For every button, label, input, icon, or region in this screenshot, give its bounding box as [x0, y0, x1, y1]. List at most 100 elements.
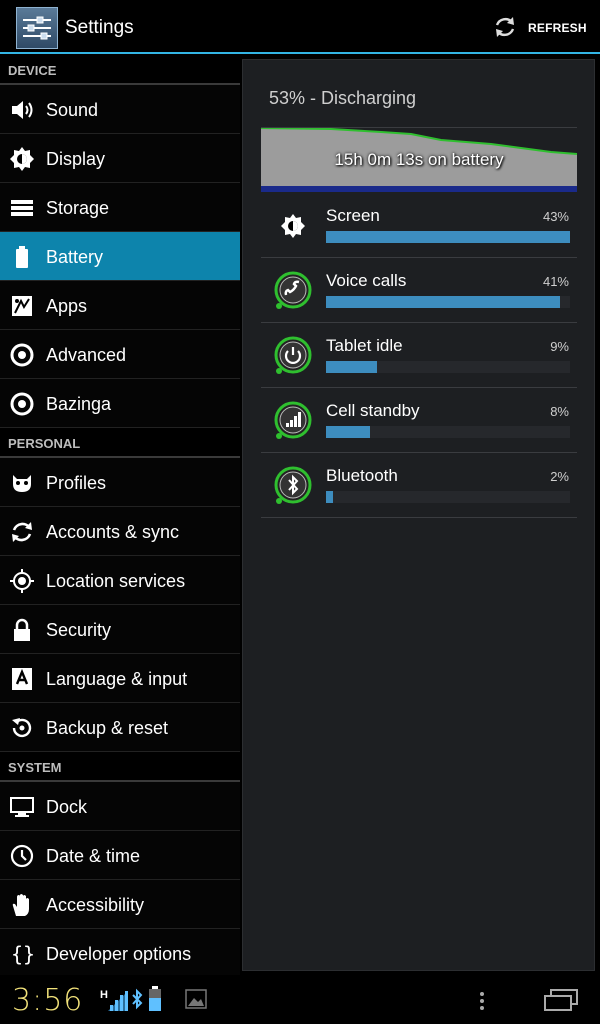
- battery-status: 53% - Discharging: [269, 88, 417, 108]
- usage-row-voice-calls[interactable]: Voice calls 41%: [261, 258, 577, 323]
- sidebar-item-apps[interactable]: Apps: [0, 281, 240, 330]
- sidebar-item-label: Language & input: [46, 669, 188, 689]
- usage-name: Tablet idle: [326, 336, 403, 355]
- profiles-icon: [9, 470, 35, 496]
- settings-app-icon[interactable]: [16, 7, 58, 49]
- sidebar-item-profiles[interactable]: Profiles: [0, 458, 240, 507]
- braces-icon: {}: [9, 941, 35, 967]
- screenshot-notification-icon[interactable]: [185, 989, 207, 1009]
- recent-apps-icon[interactable]: [543, 989, 579, 1011]
- settings-sidebar: DEVICE Sound Display Storage Battery App…: [0, 55, 240, 978]
- sidebar-item-label: Profiles: [46, 473, 107, 493]
- storage-icon: [9, 195, 35, 221]
- battery-icon: [9, 244, 35, 270]
- sidebar-item-label: Battery: [46, 247, 104, 267]
- phone-icon: [271, 266, 315, 314]
- sidebar-item-label: Security: [46, 620, 112, 640]
- system-bar: 3:56 H: [0, 975, 600, 1024]
- usage-bar-fill: [326, 426, 370, 438]
- refresh-icon: [495, 17, 515, 37]
- usage-percent: 43%: [542, 209, 569, 224]
- gear-icon: [9, 391, 35, 417]
- sidebar-item-advanced[interactable]: Advanced: [0, 330, 240, 379]
- page-title: Settings: [65, 17, 134, 38]
- sidebar-item-label: Accounts & sync: [46, 522, 180, 542]
- battery-status-icon: [149, 986, 161, 1011]
- usage-name: Bluetooth: [326, 466, 398, 485]
- usage-row-screen[interactable]: Screen 43%: [261, 193, 577, 258]
- usage-percent: 41%: [542, 274, 569, 289]
- lock-icon: [9, 617, 35, 643]
- usage-name: Cell standby: [326, 401, 420, 420]
- sidebar-item-security[interactable]: Security: [0, 605, 240, 654]
- sidebar-item-label: Dock: [46, 797, 88, 817]
- usage-percent: 2%: [550, 469, 569, 484]
- bluetooth-icon: [271, 461, 315, 509]
- usage-row-tablet-idle[interactable]: Tablet idle 9%: [261, 323, 577, 388]
- usage-name: Screen: [326, 206, 380, 225]
- usage-row-bluetooth[interactable]: Bluetooth 2%: [261, 453, 577, 518]
- usage-bar-fill: [326, 361, 378, 373]
- sidebar-item-location-services[interactable]: Location services: [0, 556, 240, 605]
- sidebar-item-bazinga[interactable]: Bazinga: [0, 379, 240, 428]
- battery-time-label: 15h 0m 13s on battery: [334, 150, 504, 169]
- usage-percent: 9%: [550, 339, 569, 354]
- speaker-icon: [9, 97, 35, 123]
- sidebar-item-accessibility[interactable]: Accessibility: [0, 880, 240, 929]
- refresh-button[interactable]: REFRESH: [490, 0, 600, 54]
- sidebar-item-sound[interactable]: Sound: [0, 85, 240, 134]
- location-icon: [9, 568, 35, 594]
- gear-icon: [9, 342, 35, 368]
- power-icon: [271, 331, 315, 379]
- sidebar-item-label: Accessibility: [46, 895, 145, 915]
- usage-percent: 8%: [550, 404, 569, 419]
- backup-icon: [9, 715, 35, 741]
- sidebar-item-backup-reset[interactable]: Backup & reset: [0, 703, 240, 752]
- clock-icon: [9, 843, 35, 869]
- usage-name: Voice calls: [326, 271, 407, 290]
- refresh-label: REFRESH: [528, 21, 587, 35]
- signal-icon: [271, 396, 315, 444]
- sidebar-item-dock[interactable]: Dock: [0, 782, 240, 831]
- battery-detail-pane: 53% - Discharging 15h 0m 13s on battery …: [242, 59, 595, 971]
- action-bar: Settings REFRESH: [0, 0, 600, 54]
- sync-icon: [9, 519, 35, 545]
- usage-bar-fill: [326, 231, 570, 243]
- usage-bar-track: [326, 231, 570, 243]
- usage-bar-track: [326, 491, 570, 503]
- section-header-system: SYSTEM: [0, 752, 240, 782]
- sidebar-item-label: Storage: [46, 198, 110, 218]
- sidebar-item-battery[interactable]: Battery: [0, 232, 240, 281]
- monitor-icon: [9, 794, 35, 820]
- hand-icon: [9, 892, 35, 918]
- sidebar-item-label: Developer options: [46, 944, 192, 964]
- section-header-device: DEVICE: [0, 55, 240, 85]
- battery-history-graph[interactable]: 15h 0m 13s on battery: [261, 128, 577, 192]
- usage-bar-track: [326, 296, 570, 308]
- bluetooth-status-icon: [132, 988, 143, 1010]
- usage-bar-track: [326, 426, 570, 438]
- sidebar-item-accounts-sync[interactable]: Accounts & sync: [0, 507, 240, 556]
- menu-overflow-icon[interactable]: [478, 991, 486, 1011]
- usage-row-cell-standby[interactable]: Cell standby 8%: [261, 388, 577, 453]
- brightness-icon: [271, 201, 315, 249]
- sidebar-item-label: Date & time: [46, 846, 141, 866]
- sidebar-item-label: Advanced: [46, 345, 127, 365]
- svg-text:{}: {}: [11, 942, 35, 966]
- sidebar-item-date-time[interactable]: Date & time: [0, 831, 240, 880]
- sidebar-item-storage[interactable]: Storage: [0, 183, 240, 232]
- sidebar-item-label: Bazinga: [46, 394, 112, 414]
- section-header-personal: PERSONAL: [0, 428, 240, 458]
- sidebar-item-developer-options[interactable]: {} Developer options: [0, 929, 240, 978]
- usage-bar-track: [326, 361, 570, 373]
- sidebar-item-label: Location services: [46, 571, 186, 591]
- keyboard-a-icon: [9, 666, 35, 692]
- sidebar-item-display[interactable]: Display: [0, 134, 240, 183]
- sidebar-item-language-input[interactable]: Language & input: [0, 654, 240, 703]
- sidebar-item-label: Apps: [46, 296, 88, 316]
- usage-bar-fill: [326, 491, 334, 503]
- sidebar-item-label: Sound: [46, 100, 99, 120]
- sidebar-item-label: Backup & reset: [46, 718, 169, 738]
- usage-bar-fill: [326, 296, 561, 308]
- status-clock: 3:56: [12, 983, 84, 1018]
